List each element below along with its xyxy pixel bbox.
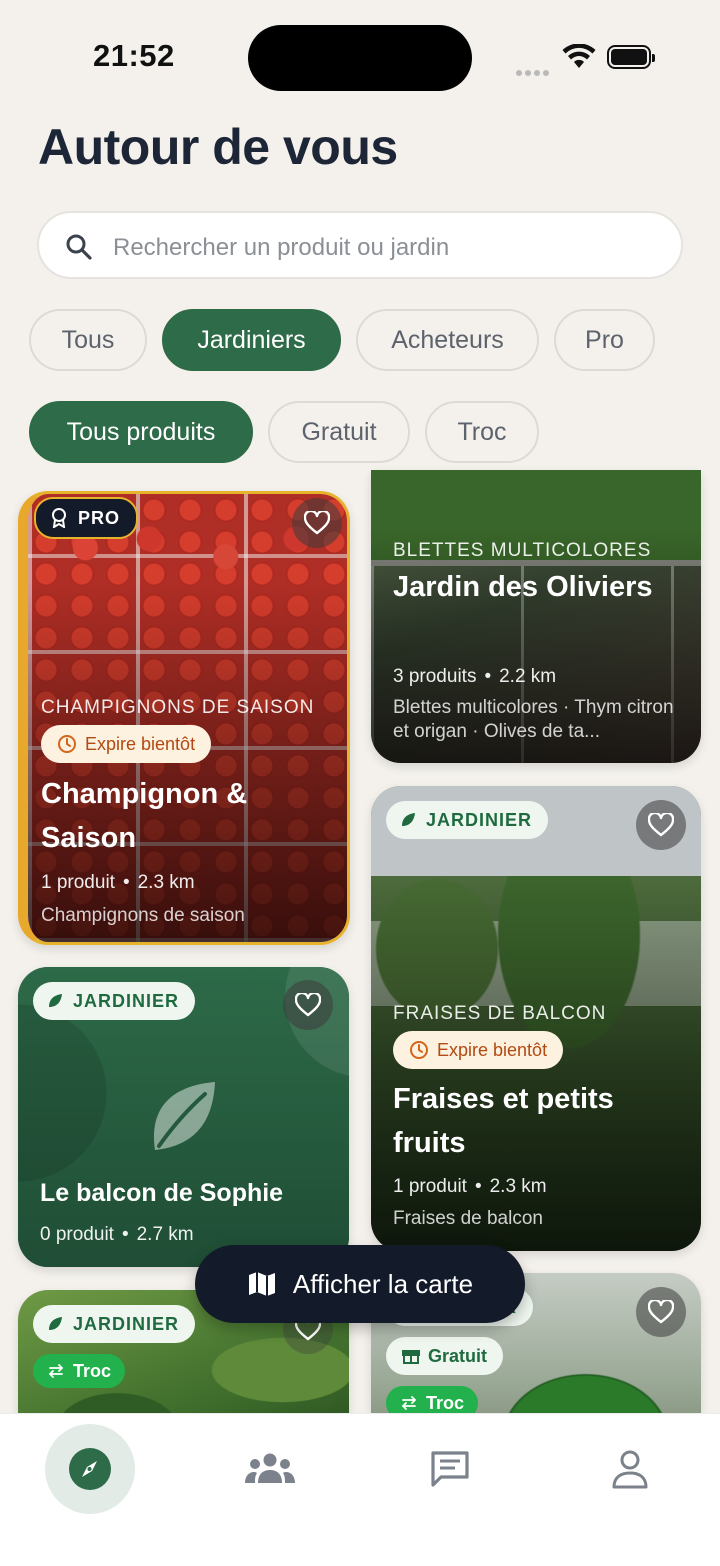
garden-card[interactable]: JARDINIER FRAISES DE BALCON Expire bient…	[371, 786, 701, 1251]
card-title: Le balcon de Sophie	[40, 1179, 284, 1207]
filter-troc[interactable]: Troc	[425, 401, 539, 463]
card-meta: 1 produit • 2.3 km	[41, 872, 195, 893]
clock-icon	[410, 1041, 428, 1059]
filter-jardiniers[interactable]: Jardiniers	[162, 309, 341, 371]
leaf-icon	[402, 813, 415, 826]
show-map-button[interactable]: Afficher la carte	[195, 1245, 525, 1323]
search-input[interactable]	[111, 227, 655, 269]
favorite-button[interactable]	[283, 980, 333, 1030]
leaf-icon	[153, 1082, 215, 1150]
favorite-button[interactable]	[636, 1287, 686, 1337]
status-bar: 21:52	[0, 0, 720, 110]
card-title: Fraises et petits fruits	[393, 1083, 614, 1159]
swap-icon	[48, 1364, 64, 1378]
expire-badge: Expire bientôt	[41, 725, 212, 763]
expire-badge: Expire bientôt	[393, 1031, 564, 1069]
card-overline: FRAISES DE BALCON	[393, 1003, 607, 1024]
gift-icon	[402, 1350, 420, 1364]
garden-card[interactable]: PRO CHAMPIGNONS DE SAISON Expire bientôt…	[18, 491, 350, 945]
card-meta: 1 produit • 2.3 km	[393, 1176, 547, 1197]
troc-badge: Troc	[33, 1354, 126, 1388]
signal-icon	[516, 63, 552, 81]
battery-icon	[607, 45, 655, 69]
gardener-badge: JARDINIER	[386, 801, 549, 839]
compass-icon	[69, 1448, 111, 1490]
filter-tous-produits[interactable]: Tous produits	[29, 401, 253, 463]
filter-gratuit[interactable]: Gratuit	[268, 401, 410, 463]
card-description: Fraises de balcon	[393, 1208, 543, 1229]
card-title: Jardin des Oliviers	[393, 571, 653, 603]
tab-bar	[0, 1413, 720, 1566]
map-icon	[248, 1272, 275, 1296]
profile-icon	[612, 1450, 648, 1489]
garden-card[interactable]: JARDINIER Le balcon de Sophie 0 produit •…	[18, 967, 349, 1267]
search-bar[interactable]	[37, 211, 683, 279]
award-icon	[52, 508, 66, 528]
tab-explore[interactable]	[45, 1424, 135, 1514]
filter-pro[interactable]: Pro	[554, 309, 655, 371]
card-overline: CHAMPIGNONS DE SAISON	[41, 697, 315, 718]
gardener-badge: JARDINIER	[33, 1305, 196, 1343]
page-title: Autour de vous	[38, 119, 398, 175]
gratuit-badge: Gratuit	[386, 1337, 504, 1375]
tab-profile[interactable]	[585, 1424, 675, 1514]
wifi-icon	[562, 44, 596, 68]
filter-tous[interactable]: Tous	[29, 309, 147, 371]
status-time: 21:52	[93, 38, 175, 73]
filter-acheteurs[interactable]: Acheteurs	[356, 309, 539, 371]
tab-community[interactable]	[225, 1424, 315, 1514]
favorite-button[interactable]	[636, 800, 686, 850]
dynamic-island	[248, 25, 472, 91]
tab-messages[interactable]	[405, 1424, 495, 1514]
leaf-icon	[49, 994, 62, 1007]
card-description: Champignons de saison	[41, 905, 245, 926]
card-overline: BLETTES MULTICOLORES	[393, 540, 652, 561]
card-meta: 0 produit • 2.7 km	[40, 1224, 194, 1245]
favorite-button[interactable]	[292, 498, 342, 548]
gardener-badge: JARDINIER	[33, 982, 196, 1020]
heart-icon	[304, 511, 330, 535]
heart-icon	[648, 813, 674, 837]
leaf-icon	[49, 1317, 62, 1330]
search-icon	[66, 234, 92, 260]
card-meta: 3 produits • 2.2 km	[393, 666, 557, 687]
card-title: Champignon & Saison	[41, 778, 248, 854]
heart-icon	[648, 1300, 674, 1324]
heart-icon	[295, 993, 321, 1017]
swap-icon	[401, 1396, 417, 1410]
messages-icon	[431, 1451, 469, 1487]
pro-badge: PRO	[34, 497, 139, 539]
clock-icon	[58, 735, 76, 753]
community-icon	[245, 1453, 295, 1483]
card-description: Blettes multicolores · Thym citron et or…	[393, 697, 674, 742]
garden-card[interactable]: BLETTES MULTICOLORES Jardin des Oliviers…	[371, 470, 701, 763]
